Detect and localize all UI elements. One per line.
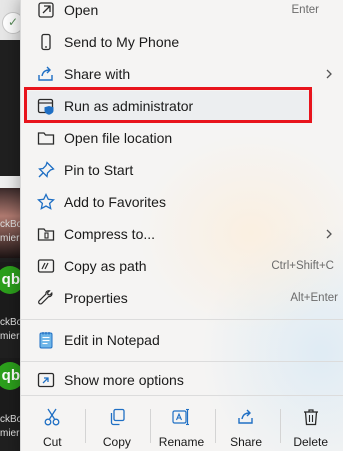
menu-item-add-to-favorites[interactable]: Add to Favorites xyxy=(24,187,314,217)
wrench-icon xyxy=(38,290,53,305)
delete-button[interactable]: Delete xyxy=(278,397,343,451)
tile-label: ckBo xyxy=(0,414,23,425)
shortcut-label: Alt+Enter xyxy=(290,292,338,304)
copy-path-icon xyxy=(37,259,55,273)
menu-item-send-to-phone[interactable]: Send to My Phone xyxy=(24,27,314,57)
copy-icon xyxy=(110,408,125,426)
action-label: Copy xyxy=(102,435,131,449)
menu-item-label: Send to My Phone xyxy=(64,34,180,50)
pin-icon xyxy=(38,161,55,178)
menu-item-label: Compress to... xyxy=(64,226,156,242)
menu-item-label: Pin to Start xyxy=(64,162,134,178)
quick-action-bar: Cut Copy Rename Share Delete xyxy=(20,397,343,451)
menu-item-label: Open file location xyxy=(64,130,173,146)
action-divider xyxy=(280,409,281,443)
menu-item-label: Open xyxy=(64,2,99,18)
expand-icon xyxy=(37,372,55,388)
tile-label: mier xyxy=(0,233,20,244)
copy-button[interactable]: Copy xyxy=(85,397,150,451)
chevron-right-icon xyxy=(326,229,332,239)
context-menu: Open Enter Send to My Phone Share with R… xyxy=(20,0,343,451)
share-icon xyxy=(238,409,253,424)
menu-item-label: Properties xyxy=(64,290,128,306)
menu-divider xyxy=(21,395,343,396)
action-label: Rename xyxy=(158,435,205,449)
menu-item-show-more-options[interactable]: Show more options xyxy=(24,365,314,395)
phone-icon xyxy=(41,33,51,51)
share-icon xyxy=(38,66,53,81)
action-label: Share xyxy=(230,435,263,449)
tile-label: mier xyxy=(0,331,20,342)
menu-item-label: Copy as path xyxy=(64,258,147,274)
menu-item-label: Edit in Notepad xyxy=(64,332,160,348)
notepad-icon xyxy=(39,332,53,349)
tile-label: mier xyxy=(0,428,20,439)
highlight-box xyxy=(24,87,312,123)
menu-item-label: Show more options xyxy=(64,372,184,388)
menu-divider xyxy=(21,361,343,362)
action-label: Delete xyxy=(293,435,329,449)
menu-item-edit-in-notepad[interactable]: Edit in Notepad xyxy=(24,325,314,355)
menu-item-label: Add to Favorites xyxy=(64,194,166,210)
zip-folder-icon xyxy=(37,228,55,241)
rename-icon xyxy=(172,408,190,426)
action-label: Cut xyxy=(42,435,62,449)
action-divider xyxy=(85,409,86,443)
menu-item-open-file-location[interactable]: Open file location xyxy=(24,123,314,153)
share-button[interactable]: Share xyxy=(214,397,279,451)
menu-item-open[interactable]: Open Enter xyxy=(24,0,319,25)
action-divider xyxy=(150,409,151,443)
tile-label: ckBo xyxy=(0,219,23,230)
shortcut-label: Ctrl+Shift+C xyxy=(271,260,334,272)
chevron-right-icon xyxy=(326,69,332,79)
menu-item-copy-as-path[interactable]: Copy as path Ctrl+Shift+C xyxy=(24,251,334,281)
folder-icon xyxy=(37,132,55,145)
cut-button[interactable]: Cut xyxy=(20,397,85,451)
trash-icon xyxy=(303,409,318,426)
menu-divider xyxy=(21,319,343,320)
menu-item-compress-to[interactable]: Compress to... xyxy=(24,219,332,249)
shortcut-label: Enter xyxy=(291,4,320,16)
menu-item-share-with[interactable]: Share with xyxy=(24,59,332,89)
open-window-icon xyxy=(38,2,54,18)
menu-item-properties[interactable]: Properties Alt+Enter xyxy=(24,283,338,313)
menu-item-pin-to-start[interactable]: Pin to Start xyxy=(24,155,314,185)
action-divider xyxy=(215,409,216,443)
rename-button[interactable]: Rename xyxy=(149,397,214,451)
menu-item-label: Share with xyxy=(64,66,131,82)
scissors-icon xyxy=(44,408,60,426)
tile-label: ckBo xyxy=(0,317,23,328)
star-icon xyxy=(36,192,56,210)
